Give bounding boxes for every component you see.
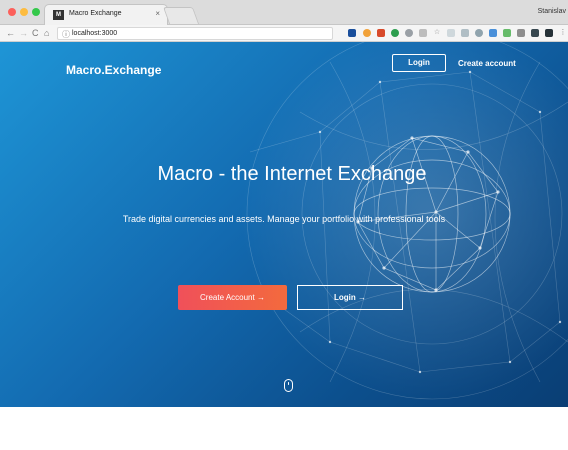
scroll-mouse-icon[interactable] (284, 379, 293, 392)
menu-dots-icon[interactable]: ⋮ (559, 29, 567, 37)
close-window-icon[interactable] (8, 8, 16, 16)
star-bookmark-icon[interactable]: ☆ (433, 29, 441, 37)
login-button[interactable]: Login → (297, 285, 403, 310)
new-tab-button[interactable] (162, 7, 200, 24)
browser-tab[interactable]: M Macro Exchange × (44, 4, 168, 25)
tab-title: Macro Exchange (69, 10, 122, 17)
home-icon[interactable]: ⌂ (44, 27, 49, 39)
profile-name[interactable]: Stanislav (538, 8, 566, 15)
extension-icon[interactable] (405, 29, 413, 37)
favicon-icon: M (53, 10, 64, 20)
extension-icon[interactable] (391, 29, 399, 37)
hero-section: Macro.Exchange Login Create account Macr… (0, 42, 568, 407)
tab-close-icon[interactable]: × (155, 9, 160, 18)
site-info-icon[interactable]: ⓘ (62, 29, 70, 40)
maximize-window-icon[interactable] (32, 8, 40, 16)
hero-title: Macro - the Internet Exchange (157, 163, 427, 185)
header-create-account-link[interactable]: Create account (458, 59, 516, 68)
browser-toolbar: ← → C ⌂ ⓘ localhost:3000 ☆ ⋮ (0, 25, 568, 42)
extension-icon[interactable] (348, 29, 356, 37)
minimize-window-icon[interactable] (20, 8, 28, 16)
hero-subtitle: Trade digital currencies and assets. Man… (122, 214, 446, 224)
create-account-button[interactable]: Create Account → (178, 285, 287, 310)
extension-icon[interactable] (419, 29, 427, 37)
globe-network-graphic (240, 42, 568, 402)
browser-tab-bar: M Macro Exchange × Stanislav (0, 0, 568, 25)
extension-icon[interactable] (447, 29, 455, 37)
forward-icon[interactable]: → (19, 27, 28, 39)
extension-icon[interactable] (363, 29, 371, 37)
extension-icon[interactable] (489, 29, 497, 37)
extension-icon[interactable] (517, 29, 525, 37)
extension-icon[interactable] (377, 29, 385, 37)
url-text[interactable]: localhost:3000 (72, 30, 117, 37)
address-bar[interactable]: ⓘ localhost:3000 (57, 27, 333, 40)
brand-logo[interactable]: Macro.Exchange (66, 63, 161, 77)
extension-icon[interactable] (503, 29, 511, 37)
extension-icon[interactable] (475, 29, 483, 37)
extension-icon[interactable] (531, 29, 539, 37)
back-icon[interactable]: ← (6, 27, 15, 39)
extension-icon[interactable] (461, 29, 469, 37)
reload-icon[interactable]: C (32, 27, 39, 39)
extension-icon[interactable] (545, 29, 553, 37)
header-login-button[interactable]: Login (392, 54, 446, 72)
